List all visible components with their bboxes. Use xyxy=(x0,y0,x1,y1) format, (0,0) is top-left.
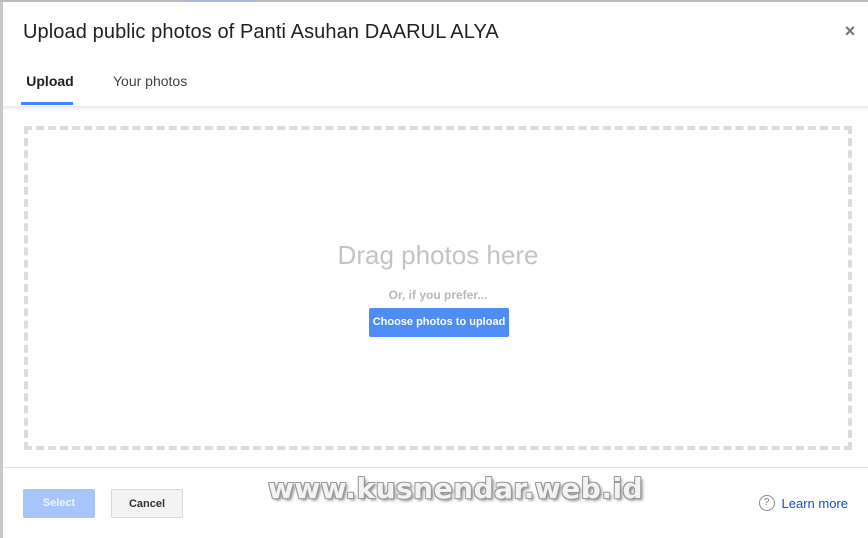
close-icon[interactable]: × xyxy=(840,21,860,41)
active-tab-indicator xyxy=(21,102,73,105)
drag-photos-heading: Drag photos here xyxy=(337,240,539,270)
or-if-you-prefer-text: Or, if you prefer... xyxy=(388,288,488,302)
learn-more-label[interactable]: Learn more xyxy=(782,496,848,511)
learn-more-link[interactable]: ? Learn more xyxy=(758,495,848,511)
watermark-text: www.kusnendar.web.id xyxy=(268,472,644,505)
choose-photos-button[interactable]: Choose photos to upload xyxy=(369,308,509,337)
tab-your-photos[interactable]: Your photos xyxy=(113,73,187,106)
upload-photos-dialog: Upload public photos of Panti Asuhan DAA… xyxy=(3,2,868,538)
tab-bar: Upload Your photos xyxy=(3,62,868,106)
header-divider xyxy=(3,106,868,111)
footer-divider xyxy=(3,467,868,468)
help-circle-icon: ? xyxy=(758,495,775,511)
photo-dropzone[interactable]: Drag photos here Or, if you prefer... Ch… xyxy=(24,126,852,450)
dialog-title: Upload public photos of Panti Asuhan DAA… xyxy=(23,21,499,43)
cancel-button[interactable]: Cancel xyxy=(111,489,183,518)
select-button[interactable]: Select xyxy=(23,489,95,518)
